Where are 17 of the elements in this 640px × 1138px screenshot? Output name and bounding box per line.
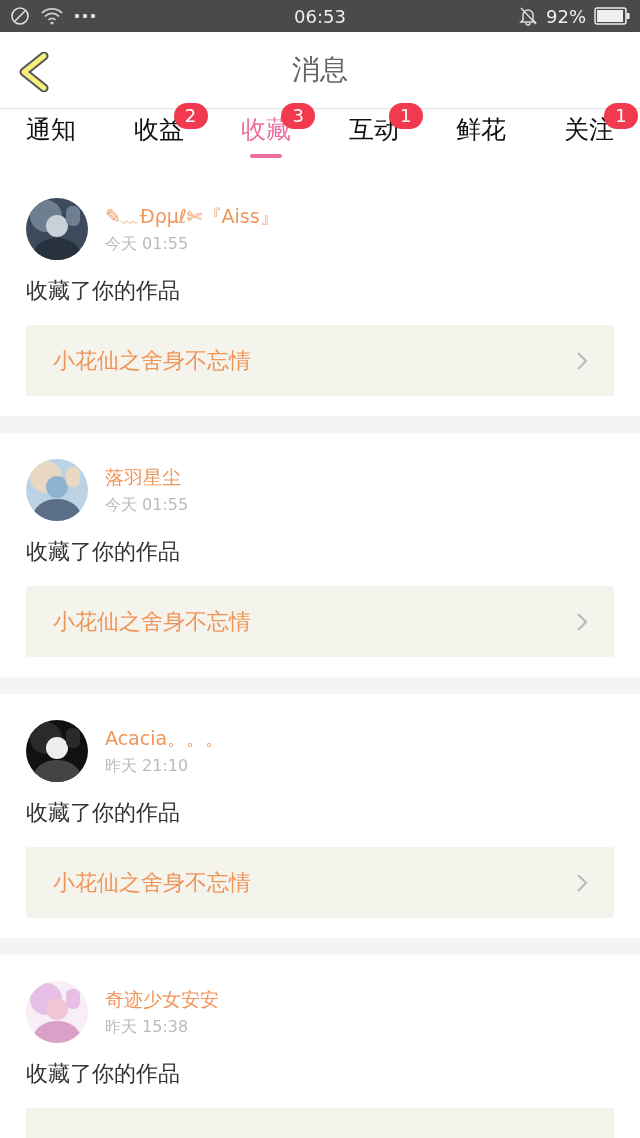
message-text: 收藏了你的作品 [26, 277, 181, 305]
message-text: 收藏了你的作品 [26, 1060, 181, 1088]
user-name: 落羽星尘 [105, 464, 182, 490]
tab[interactable]: 鲜花 [454, 109, 509, 165]
user-name: Acacia。。。 [105, 725, 225, 751]
message-text: 收藏了你的作品 [26, 799, 181, 827]
page-title: 消息 [292, 52, 348, 88]
message-time: 昨天 15:38 [105, 1016, 190, 1038]
message-time: 今天 01:55 [105, 233, 190, 255]
status-time: 06:53 [294, 5, 346, 27]
message-text: 收藏了你的作品 [26, 538, 181, 566]
user-name: 奇迹少女安安 [105, 986, 219, 1012]
tab[interactable]: 通知 [24, 109, 78, 165]
message-time: 昨天 21:10 [105, 755, 190, 777]
battery-percent: 92% [546, 5, 586, 27]
user-name: ✎﹏Ðρμℓ✄『Aiss』 [105, 203, 279, 229]
message-time: 今天 01:55 [105, 494, 189, 516]
